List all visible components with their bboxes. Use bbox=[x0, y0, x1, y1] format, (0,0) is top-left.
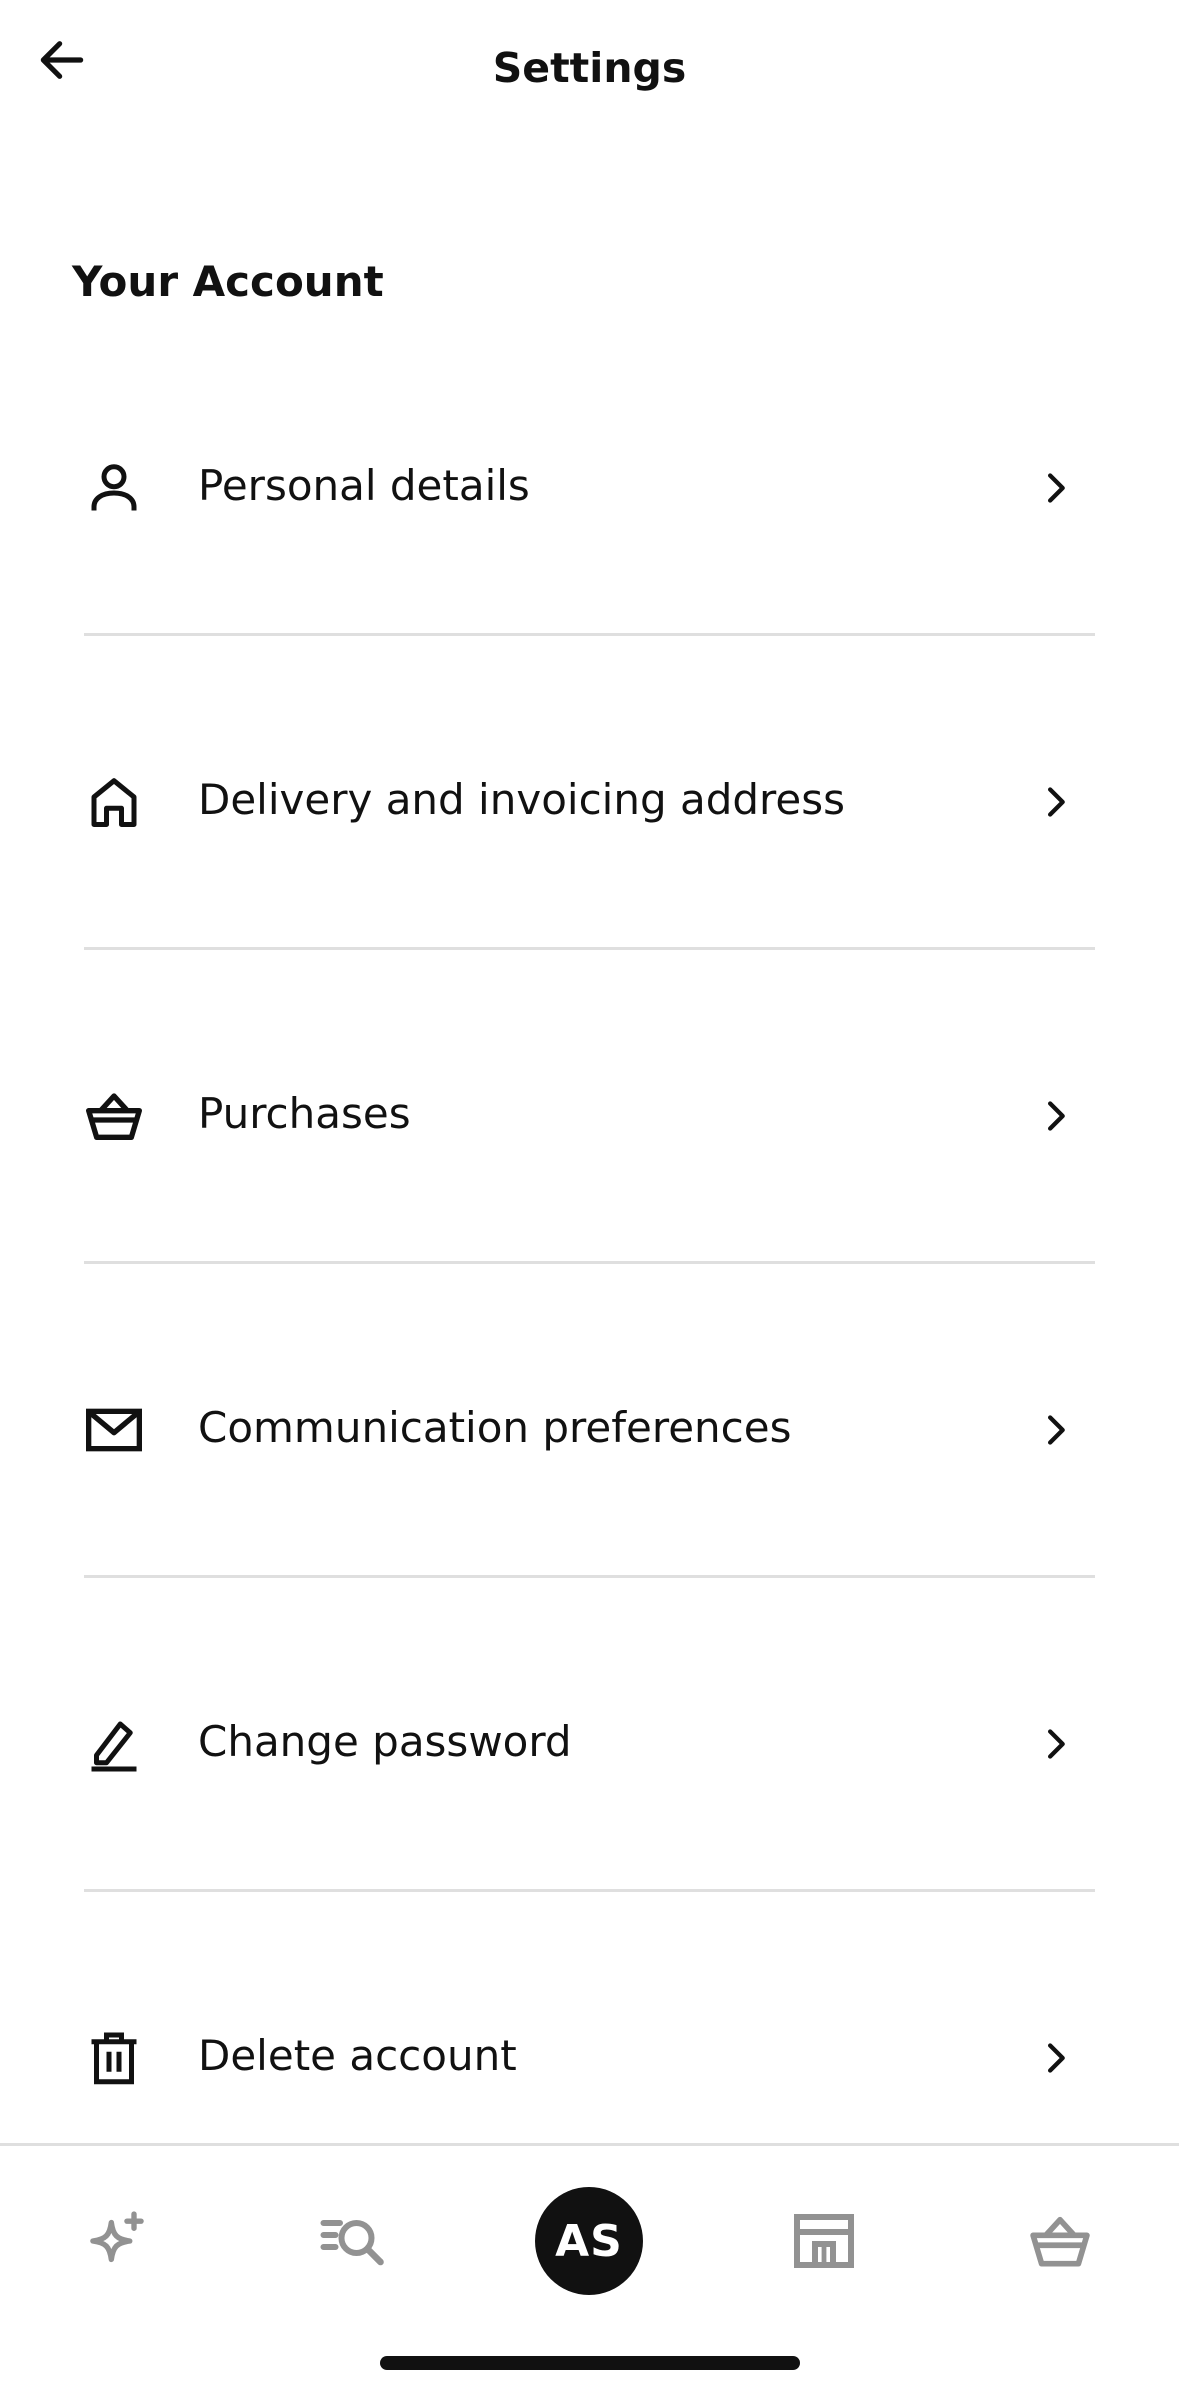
header: Settings bbox=[0, 0, 1179, 140]
settings-list: Personal details Delivery and invoicing … bbox=[0, 322, 1179, 2206]
chevron-right-icon bbox=[1030, 1404, 1082, 1456]
home-indicator bbox=[380, 2356, 800, 2370]
person-icon bbox=[80, 454, 148, 522]
avatar: AS bbox=[535, 2187, 643, 2295]
basket-icon bbox=[1030, 2216, 1090, 2267]
envelope-icon bbox=[80, 1396, 148, 1464]
communication-preferences-label: Communication preferences bbox=[198, 1403, 792, 1452]
sparkle-icon bbox=[90, 2211, 144, 2263]
change-password-label: Change password bbox=[198, 1717, 572, 1766]
chevron-right-icon bbox=[1030, 2032, 1082, 2084]
communication-preferences-row[interactable]: Communication preferences bbox=[0, 1264, 1179, 1578]
change-password-row[interactable]: Change password bbox=[0, 1578, 1179, 1892]
chevron-right-icon bbox=[1030, 776, 1082, 828]
chevron-right-icon bbox=[1030, 1718, 1082, 1770]
nav-basket[interactable] bbox=[1005, 2186, 1115, 2296]
delivery-address-row[interactable]: Delivery and invoicing address bbox=[0, 636, 1179, 950]
nav-inspiration[interactable] bbox=[62, 2186, 172, 2296]
delete-account-label: Delete account bbox=[198, 2031, 517, 2080]
nav-stores[interactable] bbox=[769, 2186, 879, 2296]
delivery-address-label: Delivery and invoicing address bbox=[198, 775, 845, 824]
basket-icon bbox=[80, 1082, 148, 1150]
store-icon bbox=[794, 2214, 854, 2268]
page-title: Settings bbox=[492, 44, 687, 92]
nav-profile[interactable]: AS bbox=[534, 2186, 644, 2296]
chevron-right-icon bbox=[1030, 1090, 1082, 1142]
personal-details-label: Personal details bbox=[198, 461, 530, 510]
pencil-icon bbox=[80, 1710, 148, 1778]
purchases-row[interactable]: Purchases bbox=[0, 950, 1179, 1264]
section-title: Your Account bbox=[72, 257, 384, 306]
personal-details-row[interactable]: Personal details bbox=[0, 322, 1179, 636]
nav-search[interactable] bbox=[297, 2186, 407, 2296]
home-icon bbox=[80, 768, 148, 836]
search-icon bbox=[320, 2220, 384, 2266]
purchases-label: Purchases bbox=[198, 1089, 411, 1138]
chevron-right-icon bbox=[1030, 462, 1082, 514]
trash-icon bbox=[80, 2024, 148, 2092]
settings-page: Settings Your Account Personal details D… bbox=[0, 0, 1179, 2396]
